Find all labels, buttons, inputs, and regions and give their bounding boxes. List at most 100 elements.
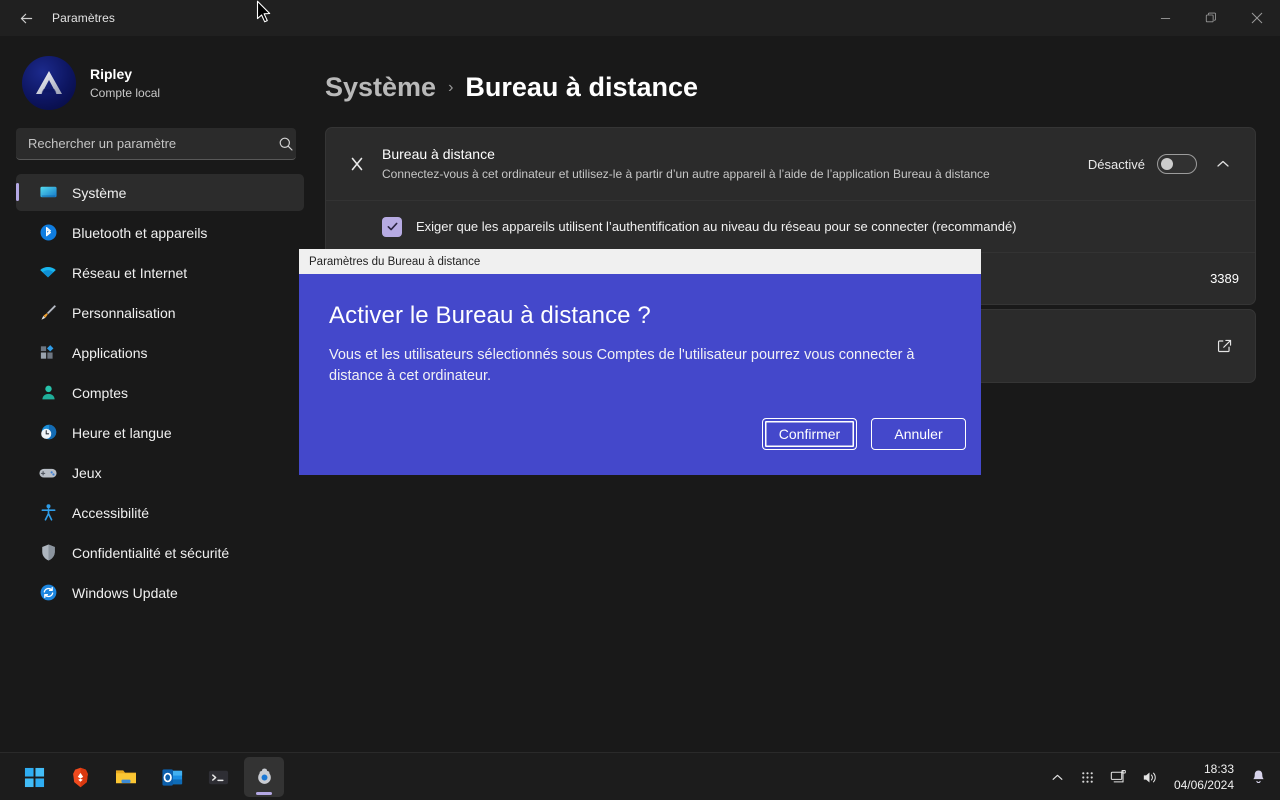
cancel-button[interactable]: Annuler [871, 418, 966, 450]
person-icon [38, 383, 58, 403]
monitor-icon [38, 183, 58, 203]
clock-date: 04/06/2024 [1173, 778, 1234, 792]
toggle-state-label: Désactivé [1087, 156, 1145, 172]
minimize-icon [1160, 17, 1170, 19]
speaker-icon [1143, 771, 1156, 783]
sidebar-item-personnalisation[interactable]: Personnalisation [16, 294, 304, 331]
sidebar-item-jeux[interactable]: Jeux [16, 454, 304, 491]
account-type: Compte local [90, 85, 161, 100]
external-link-icon [1217, 339, 1231, 352]
remote-desktop-icon [340, 151, 374, 177]
sidebar-item-label: Personnalisation [72, 304, 176, 321]
enable-remote-desktop-dialog: Paramètres du Bureau à distance Activer … [299, 249, 981, 475]
taskbar-start-button[interactable] [14, 757, 54, 797]
breadcrumb: Système › Bureau à distance [325, 72, 1256, 103]
notification-center-button[interactable] [1244, 758, 1272, 796]
back-button[interactable] [8, 4, 44, 32]
dialog-actions: Confirmer Annuler [762, 418, 966, 450]
search-input[interactable] [16, 128, 296, 160]
account-summary[interactable]: Ripley Compte local [22, 56, 304, 110]
taskbar-items [14, 753, 284, 800]
brave-browser-icon [72, 767, 88, 787]
breadcrumb-parent[interactable]: Système [325, 72, 436, 103]
window-controls [1142, 0, 1280, 36]
close-icon [1251, 12, 1263, 24]
chevron-up-icon [1052, 774, 1063, 780]
page-title: Bureau à distance [465, 72, 698, 102]
sidebar-item-reseau[interactable]: Réseau et Internet [16, 254, 304, 291]
settings-window: Paramètres Ripley Compte local Recherche… [0, 0, 1280, 800]
sidebar-item-label: Jeux [72, 464, 102, 481]
sidebar-item-label: Windows Update [72, 584, 178, 601]
nla-row: Exiger que les appareils utilisent l’aut… [326, 200, 1255, 252]
gamepad-icon [38, 463, 58, 483]
sidebar: Ripley Compte local Système [0, 36, 320, 752]
remote-desktop-title: Bureau à distance [382, 146, 495, 162]
clock-time: 18:33 [1203, 762, 1234, 776]
tray-volume-button[interactable] [1135, 758, 1164, 796]
dialog-message: Vous et les utilisateurs sélectionnés so… [329, 347, 915, 384]
sidebar-item-label: Confidentialité et sécurité [72, 544, 230, 561]
taskbar-settings-button[interactable] [244, 757, 284, 797]
minimize-button[interactable] [1142, 0, 1188, 36]
dialog-heading: Activer le Bureau à distance ? [329, 302, 651, 329]
update-icon [38, 583, 58, 603]
sidebar-item-heure[interactable]: Heure et langue [16, 414, 304, 451]
bluetooth-icon [38, 223, 58, 243]
windows-start-icon [24, 767, 44, 787]
sidebar-item-confidentialite[interactable]: Confidentialité et sécurité [16, 534, 304, 571]
taskbar-terminal-button[interactable] [198, 757, 238, 797]
wifi-icon [38, 263, 58, 283]
apps-icon [38, 343, 58, 363]
close-button[interactable] [1234, 0, 1280, 36]
window-titlebar: Paramètres [0, 0, 1280, 36]
tray-network-button[interactable] [1104, 758, 1133, 796]
sidebar-item-applications[interactable]: Applications [16, 334, 304, 371]
breadcrumb-separator: › [448, 78, 454, 96]
remote-desktop-header: Bureau à distance Connectez-vous à cet o… [326, 128, 1255, 200]
account-name: Ripley [90, 65, 133, 82]
sidebar-item-label: Réseau et Internet [72, 264, 188, 281]
tray-apps-button[interactable] [1074, 758, 1102, 796]
user-avatar-icon [36, 71, 62, 94]
dialog-titlebar-text: Paramètres du Bureau à distance [309, 255, 481, 268]
tray-overflow-button[interactable] [1044, 758, 1072, 796]
sidebar-item-label: Comptes [72, 384, 129, 401]
chevron-up-icon [1217, 160, 1229, 167]
sidebar-item-label: Heure et langue [72, 424, 172, 441]
taskbar-clock[interactable]: 18:33 04/06/2024 [1166, 761, 1242, 793]
port-value: 3389 [1210, 271, 1239, 286]
nla-label: Exiger que les appareils utilisent l’aut… [416, 219, 1017, 234]
external-link-button[interactable] [1209, 331, 1239, 361]
dialog-body: Activer le Bureau à distance ? Vous et l… [299, 274, 981, 387]
search-container [16, 128, 304, 160]
sidebar-item-label: Bluetooth et appareils [72, 224, 208, 241]
sidebar-item-accessibilite[interactable]: Accessibilité [16, 494, 304, 531]
folder-icon [116, 770, 136, 784]
sidebar-item-bluetooth[interactable]: Bluetooth et appareils [16, 214, 304, 251]
arrow-left-icon [20, 13, 32, 23]
expand-collapse-button[interactable] [1207, 148, 1239, 180]
taskbar-brave-button[interactable] [60, 757, 100, 797]
remote-desktop-toggle[interactable] [1157, 154, 1197, 174]
nla-checkbox[interactable] [382, 216, 402, 237]
maximize-button[interactable] [1188, 0, 1234, 36]
paintbrush-icon [38, 303, 58, 323]
taskbar-outlook-button[interactable] [152, 757, 192, 797]
accessibility-icon [38, 503, 58, 523]
sidebar-item-label: Applications [72, 344, 148, 361]
system-tray: 18:33 04/06/2024 [1044, 753, 1280, 800]
clock-globe-icon [38, 423, 58, 443]
sidebar-item-label: Accessibilité [72, 504, 150, 521]
outlook-icon [161, 768, 182, 786]
confirm-button[interactable]: Confirmer [762, 418, 857, 450]
sidebar-item-systeme[interactable]: Système [16, 174, 304, 211]
remote-desktop-description: Connectez-vous à cet ordinateur et utili… [382, 167, 990, 181]
taskbar-file-explorer-button[interactable] [106, 757, 146, 797]
gear-icon [257, 767, 271, 784]
sidebar-item-comptes[interactable]: Comptes [16, 374, 304, 411]
toggle-knob [1161, 158, 1173, 170]
checkmark-icon [387, 222, 397, 231]
sidebar-item-windows-update[interactable]: Windows Update [16, 574, 304, 611]
sidebar-item-label: Système [72, 184, 127, 201]
